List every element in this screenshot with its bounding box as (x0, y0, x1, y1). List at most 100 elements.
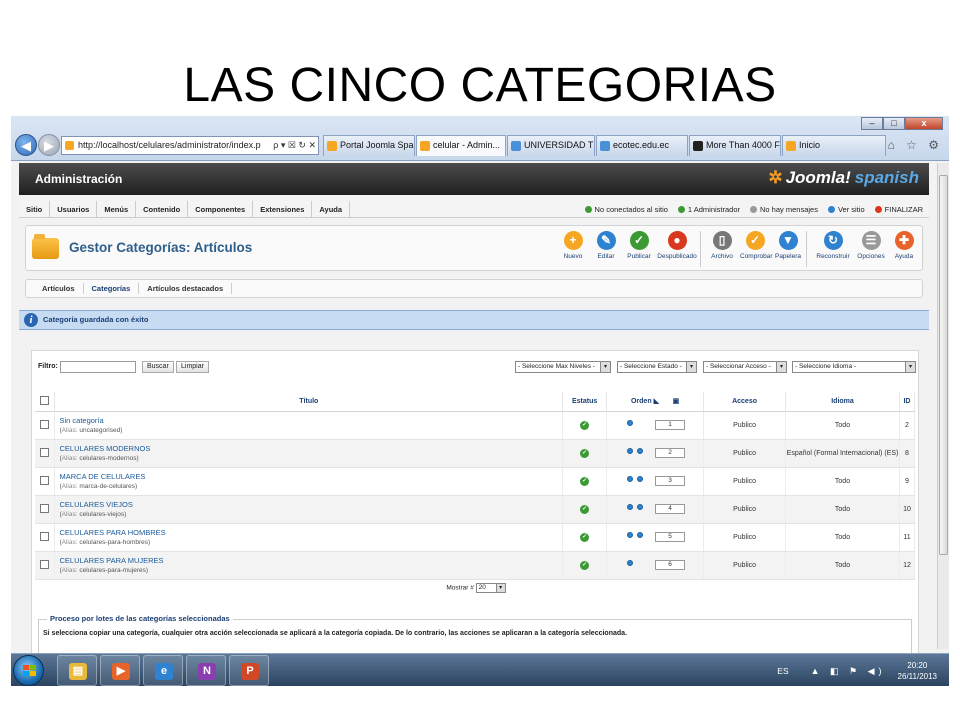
published-check-icon[interactable]: ✓ (580, 420, 590, 430)
subnav-item[interactable]: Categorías (84, 283, 140, 294)
status-item[interactable]: No hay mensajes (750, 201, 818, 218)
toolbar-button-publicar[interactable]: ✓ Publicar (624, 231, 654, 267)
category-title-link[interactable]: CELULARES MODERNOS (59, 444, 562, 453)
toolbar-button-nuevo[interactable]: + Nuevo (558, 231, 588, 267)
language-select[interactable]: - Seleccione Idioma - ▾ (792, 361, 916, 373)
menu-item[interactable]: Ayuda (312, 201, 351, 218)
column-access[interactable]: Acceso (703, 392, 787, 412)
order-arrow-icon[interactable] (637, 532, 644, 538)
scroll-thumb[interactable] (939, 175, 948, 555)
browser-tab[interactable]: Portal Joomla Spa... (323, 135, 415, 156)
close-window-button[interactable]: x (905, 117, 943, 130)
max-levels-select[interactable]: - Seleccione Max Niveles - ▾ (515, 361, 611, 373)
category-title-link[interactable]: Sin categoría (59, 416, 562, 425)
toolbar-button-reconstruir[interactable]: ↻ Reconstruir (813, 231, 853, 267)
browser-tab[interactable]: More Than 4000 Fr... (689, 135, 781, 156)
menu-item[interactable]: Usuarios (50, 201, 98, 218)
menu-item[interactable]: Extensiones (253, 201, 313, 218)
published-check-icon[interactable]: ✓ (580, 504, 590, 514)
published-check-icon[interactable]: ✓ (580, 532, 590, 542)
column-id[interactable]: ID (899, 392, 916, 412)
order-input[interactable]: 1 (655, 420, 686, 430)
category-title-link[interactable]: CELULARES PARA MUJERES (59, 556, 562, 565)
published-check-icon[interactable]: ✓ (580, 448, 590, 458)
menu-item[interactable]: Contenido (136, 201, 189, 218)
status-item[interactable]: 1 Administrador (677, 201, 740, 218)
status-item[interactable]: Ver sitio (827, 201, 865, 218)
toolbar-button-ayuda[interactable]: ✚ Ayuda (889, 231, 919, 267)
category-title-link[interactable]: MARCA DE CELULARES (59, 472, 562, 481)
order-arrow-icon[interactable] (627, 448, 634, 454)
taskbar-internet-explorer[interactable]: e (143, 655, 183, 686)
row-checkbox[interactable] (40, 503, 50, 513)
home-favorites-tools-icons[interactable]: ⌂ ☆ ⚙ (888, 138, 943, 152)
subnav-item[interactable]: Artículos destacados (139, 283, 233, 294)
column-order[interactable]: Orden ◣ ▣ (606, 392, 705, 412)
category-title-link[interactable]: CELULARES VIEJOS (59, 500, 562, 509)
browser-tab[interactable]: ecotec.edu.ec (596, 135, 688, 156)
taskbar-explorer[interactable]: ▤ (57, 655, 97, 686)
taskbar-onenote[interactable]: N (186, 655, 226, 686)
order-input[interactable]: 5 (655, 532, 686, 542)
menu-item[interactable]: Sitio (19, 201, 51, 218)
language-indicator[interactable]: ES (777, 666, 788, 676)
category-title-link[interactable]: CELULARES PARA HOMBRES (59, 528, 562, 537)
taskbar-media-player[interactable]: ▶ (100, 655, 140, 686)
toolbar-button-opciones[interactable]: ☰ Opciones (856, 231, 886, 267)
clock[interactable]: 20:20 26/11/2013 (898, 660, 937, 682)
filter-input[interactable] (60, 361, 136, 373)
published-check-icon[interactable]: ✓ (580, 560, 590, 570)
search-button[interactable]: Buscar (142, 361, 174, 373)
toolbar-button-comprobar[interactable]: ✓ Comprobar (740, 231, 773, 267)
order-input[interactable]: 3 (655, 476, 686, 486)
toolbar-button-archivo[interactable]: ▯ Archivo (707, 231, 737, 267)
address-bar[interactable]: http://localhost/celulares/administrator… (61, 136, 319, 155)
subnav-item[interactable]: Artículos (34, 283, 84, 294)
order-arrow-icon[interactable] (627, 560, 634, 566)
column-status[interactable]: Estatus (562, 392, 608, 412)
menu-item[interactable]: Menús (97, 201, 137, 218)
browser-tab[interactable]: Inicio (782, 135, 886, 156)
toolbar-button-despublicado[interactable]: ● Despublicado (657, 231, 697, 267)
taskbar-powerpoint[interactable]: P (229, 655, 269, 686)
browser-tab[interactable]: UNIVERSIDAD TEC... (507, 135, 595, 156)
order-arrow-icon[interactable] (627, 504, 634, 510)
pager-select[interactable]: 20 ▾ (475, 583, 506, 593)
order-arrow-icon[interactable] (627, 420, 634, 426)
row-checkbox[interactable] (40, 419, 50, 429)
status-item[interactable]: FINALIZAR (874, 201, 923, 218)
row-checkbox[interactable] (40, 559, 50, 569)
select-all-checkbox[interactable] (40, 395, 50, 405)
column-language[interactable]: Idioma (785, 392, 900, 412)
row-checkbox[interactable] (40, 475, 50, 485)
toolbar-button-papelera[interactable]: ▼ Papelera (773, 231, 803, 267)
toolbar-button-editar[interactable]: ✎ Editar (591, 231, 621, 267)
status-select[interactable]: - Seleccione Estado - ▾ (617, 361, 697, 373)
column-title[interactable]: Título (54, 392, 564, 412)
order-arrow-icon[interactable] (627, 532, 634, 538)
minimize-button[interactable]: – (861, 117, 883, 130)
order-arrow-icon[interactable] (637, 448, 644, 454)
published-check-icon[interactable]: ✓ (580, 476, 590, 486)
order-input[interactable]: 6 (655, 560, 686, 570)
save-order-icon[interactable]: ▣ (673, 398, 680, 405)
order-input[interactable]: 4 (655, 504, 686, 514)
tray-icons[interactable]: ▲ ◧ ⚑ ◀) (811, 666, 886, 677)
row-checkbox[interactable] (40, 447, 50, 457)
menu-item[interactable]: Componentes (188, 201, 254, 218)
tab-close-icon[interactable]: ✕ (505, 140, 506, 150)
order-arrow-icon[interactable] (637, 476, 644, 482)
address-tools[interactable]: ρ ▾ ☒ ↻ ✕ (273, 137, 316, 154)
forward-button[interactable]: ▶ (38, 134, 60, 156)
order-arrow-icon[interactable] (637, 504, 644, 510)
clear-button[interactable]: Limpiar (176, 361, 209, 373)
maximize-button[interactable]: □ (883, 117, 905, 130)
order-arrow-icon[interactable] (627, 476, 634, 482)
status-item[interactable]: No conectados al sitio (584, 201, 668, 218)
start-button[interactable] (13, 655, 44, 686)
vertical-scrollbar[interactable] (937, 163, 949, 649)
order-input[interactable]: 2 (655, 448, 686, 458)
row-checkbox[interactable] (40, 531, 50, 541)
access-select[interactable]: - Seleccionar Acceso - ▾ (703, 361, 787, 373)
back-button[interactable]: ◀ (15, 134, 37, 156)
